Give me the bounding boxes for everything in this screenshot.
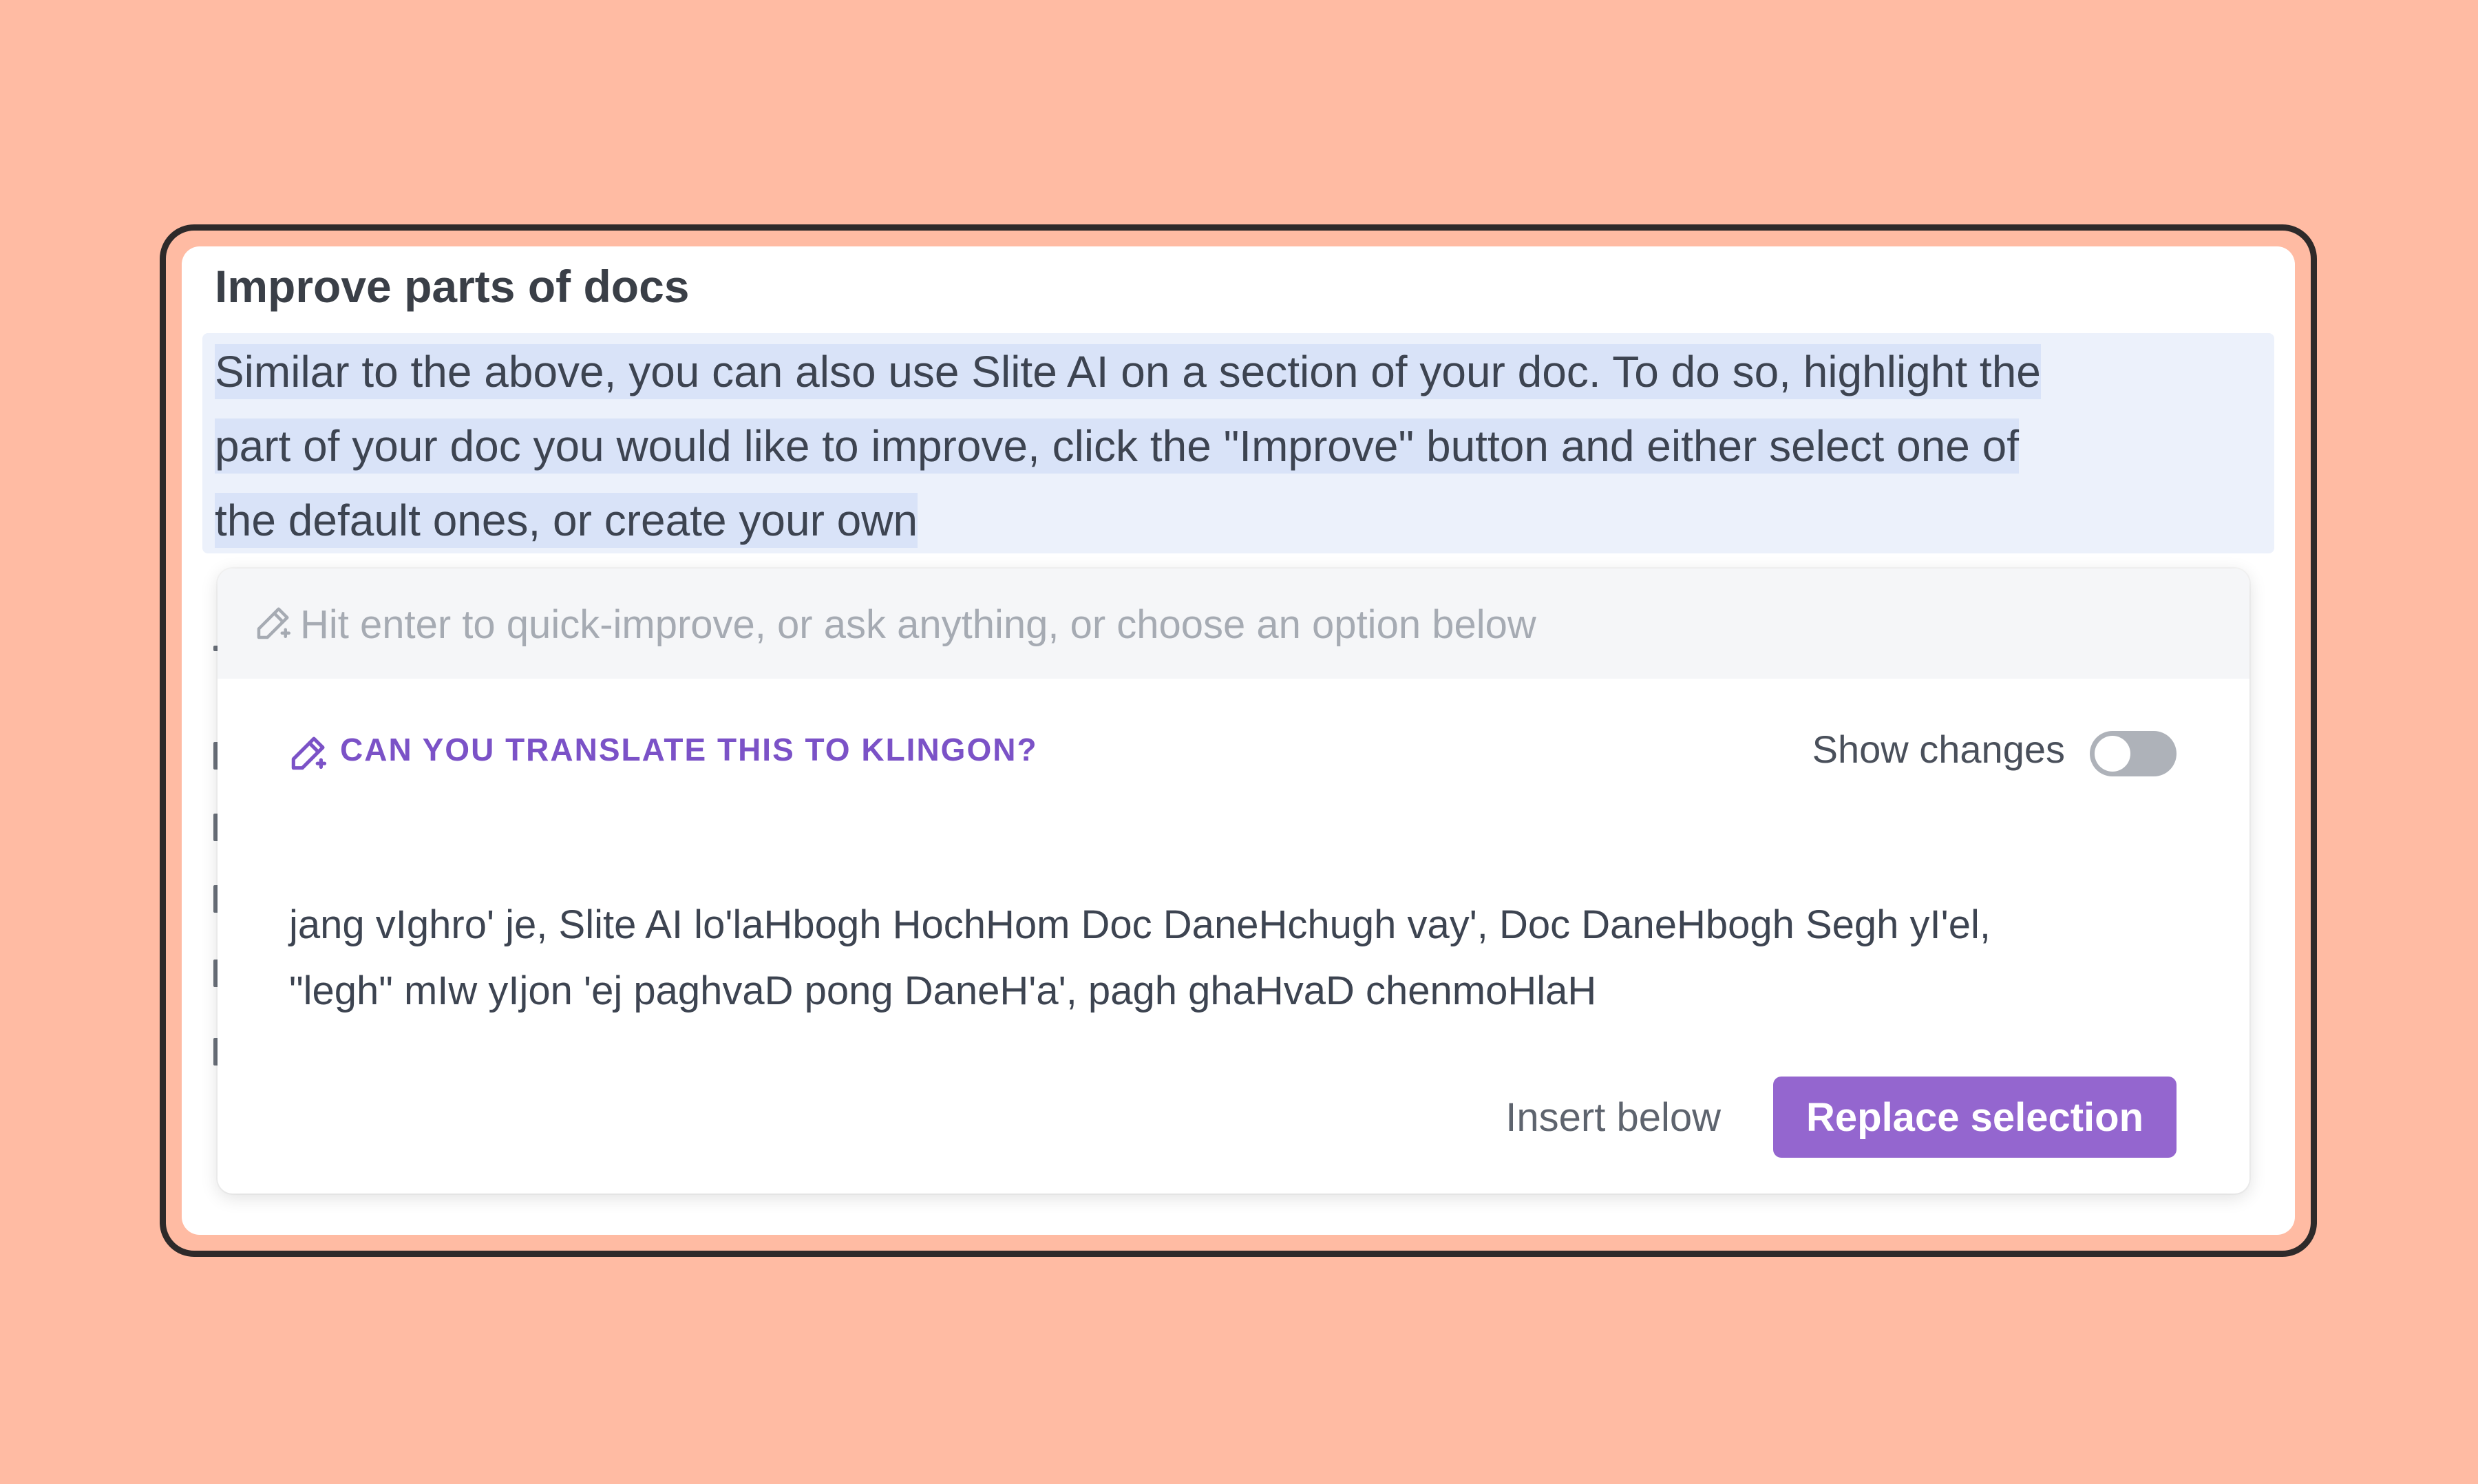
ai-prompt-input[interactable] bbox=[300, 593, 2159, 655]
ai-improve-popover: CAN YOU TRANSLATE THIS TO KLINGON? Show … bbox=[218, 569, 2249, 1194]
document-card: Improve parts of docs Similar to the abo… bbox=[182, 246, 2295, 1235]
magic-pen-icon bbox=[257, 607, 290, 639]
result-line: "legh" mIw yIjon 'ej paghvaD pong DaneH'… bbox=[289, 968, 1597, 1013]
ai-query-label: CAN YOU TRANSLATE THIS TO KLINGON? bbox=[340, 732, 1038, 767]
selected-line: part of your doc you would like to impro… bbox=[215, 418, 2020, 474]
selected-line: Similar to the above, you can also use S… bbox=[215, 344, 2041, 399]
insert-below-button[interactable]: Insert below bbox=[1492, 1077, 1735, 1158]
magic-pen-icon bbox=[291, 736, 327, 770]
replace-selection-button[interactable]: Replace selection bbox=[1773, 1077, 2177, 1158]
show-changes-toggle[interactable] bbox=[2090, 731, 2177, 776]
toggle-knob bbox=[2095, 736, 2130, 772]
section-heading: Improve parts of docs bbox=[215, 261, 690, 312]
show-changes-label: Show changes bbox=[1812, 728, 2065, 771]
selected-paragraph[interactable]: Similar to the above, you can also use S… bbox=[215, 335, 2266, 558]
ai-result-text: jang vIghro' je, Slite AI lo'laHbogh Hoc… bbox=[289, 892, 2203, 1024]
result-line: jang vIghro' je, Slite AI lo'laHbogh Hoc… bbox=[289, 902, 1991, 947]
selected-line: the default ones, or create your own bbox=[215, 493, 918, 548]
ai-prompt-bar bbox=[218, 569, 2249, 679]
